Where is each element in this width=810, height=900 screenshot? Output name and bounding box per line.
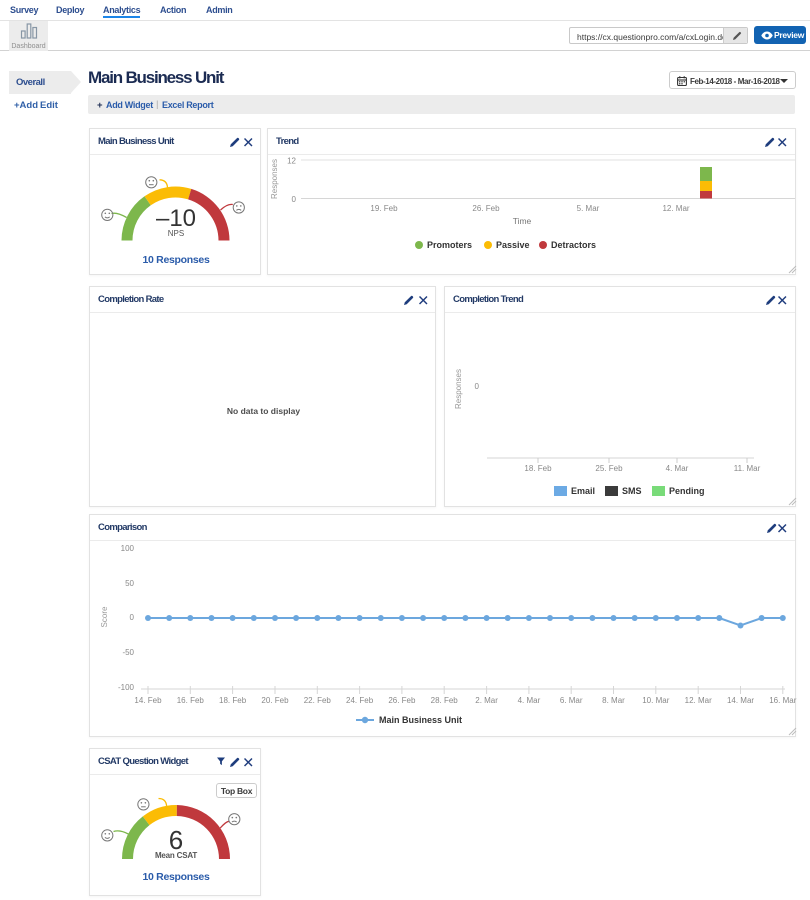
svg-text:11. Mar: 11. Mar [734,464,761,473]
svg-text:Main Business Unit: Main Business Unit [379,715,462,725]
svg-text:Responses: Responses [270,159,279,199]
svg-text:25. Feb: 25. Feb [595,464,623,473]
svg-text:8. Mar: 8. Mar [602,696,625,705]
svg-text:4. Mar: 4. Mar [666,464,689,473]
svg-text:Score: Score [100,606,109,627]
svg-text:Email: Email [571,486,595,496]
svg-text:5. Mar: 5. Mar [577,204,600,213]
svg-text:12. Mar: 12. Mar [662,204,689,213]
svg-text:-100: -100 [118,683,135,692]
svg-text:50: 50 [125,579,134,588]
svg-text:10. Mar: 10. Mar [642,696,669,705]
svg-text:100: 100 [121,544,135,553]
svg-text:18. Feb: 18. Feb [219,696,247,705]
svg-text:2. Mar: 2. Mar [475,696,498,705]
svg-text:6. Mar: 6. Mar [560,696,583,705]
svg-text:Pending: Pending [669,486,705,496]
svg-text:-50: -50 [122,648,134,657]
svg-text:Promoters: Promoters [427,240,472,250]
svg-text:Responses: Responses [454,369,463,409]
svg-text:26. Feb: 26. Feb [388,696,416,705]
svg-text:4. Mar: 4. Mar [518,696,541,705]
svg-text:22. Feb: 22. Feb [304,696,332,705]
svg-text:14. Mar: 14. Mar [727,696,754,705]
svg-text:19. Feb: 19. Feb [370,204,398,213]
svg-text:0: 0 [292,195,297,204]
svg-text:28. Feb: 28. Feb [431,696,459,705]
svg-text:24. Feb: 24. Feb [346,696,374,705]
svg-text:12: 12 [287,157,296,166]
svg-text:16. Feb: 16. Feb [177,696,205,705]
svg-text:16. Mar: 16. Mar [769,696,796,705]
svg-text:SMS: SMS [622,486,642,496]
svg-text:Passive: Passive [496,240,530,250]
svg-text:26. Feb: 26. Feb [472,204,500,213]
svg-text:0: 0 [475,382,480,391]
svg-text:Detractors: Detractors [551,240,596,250]
svg-text:Time: Time [513,216,532,226]
svg-text:20. Feb: 20. Feb [261,696,289,705]
svg-text:14. Feb: 14. Feb [134,696,162,705]
svg-text:12. Mar: 12. Mar [685,696,712,705]
svg-text:18. Feb: 18. Feb [524,464,552,473]
svg-text:0: 0 [130,613,135,622]
